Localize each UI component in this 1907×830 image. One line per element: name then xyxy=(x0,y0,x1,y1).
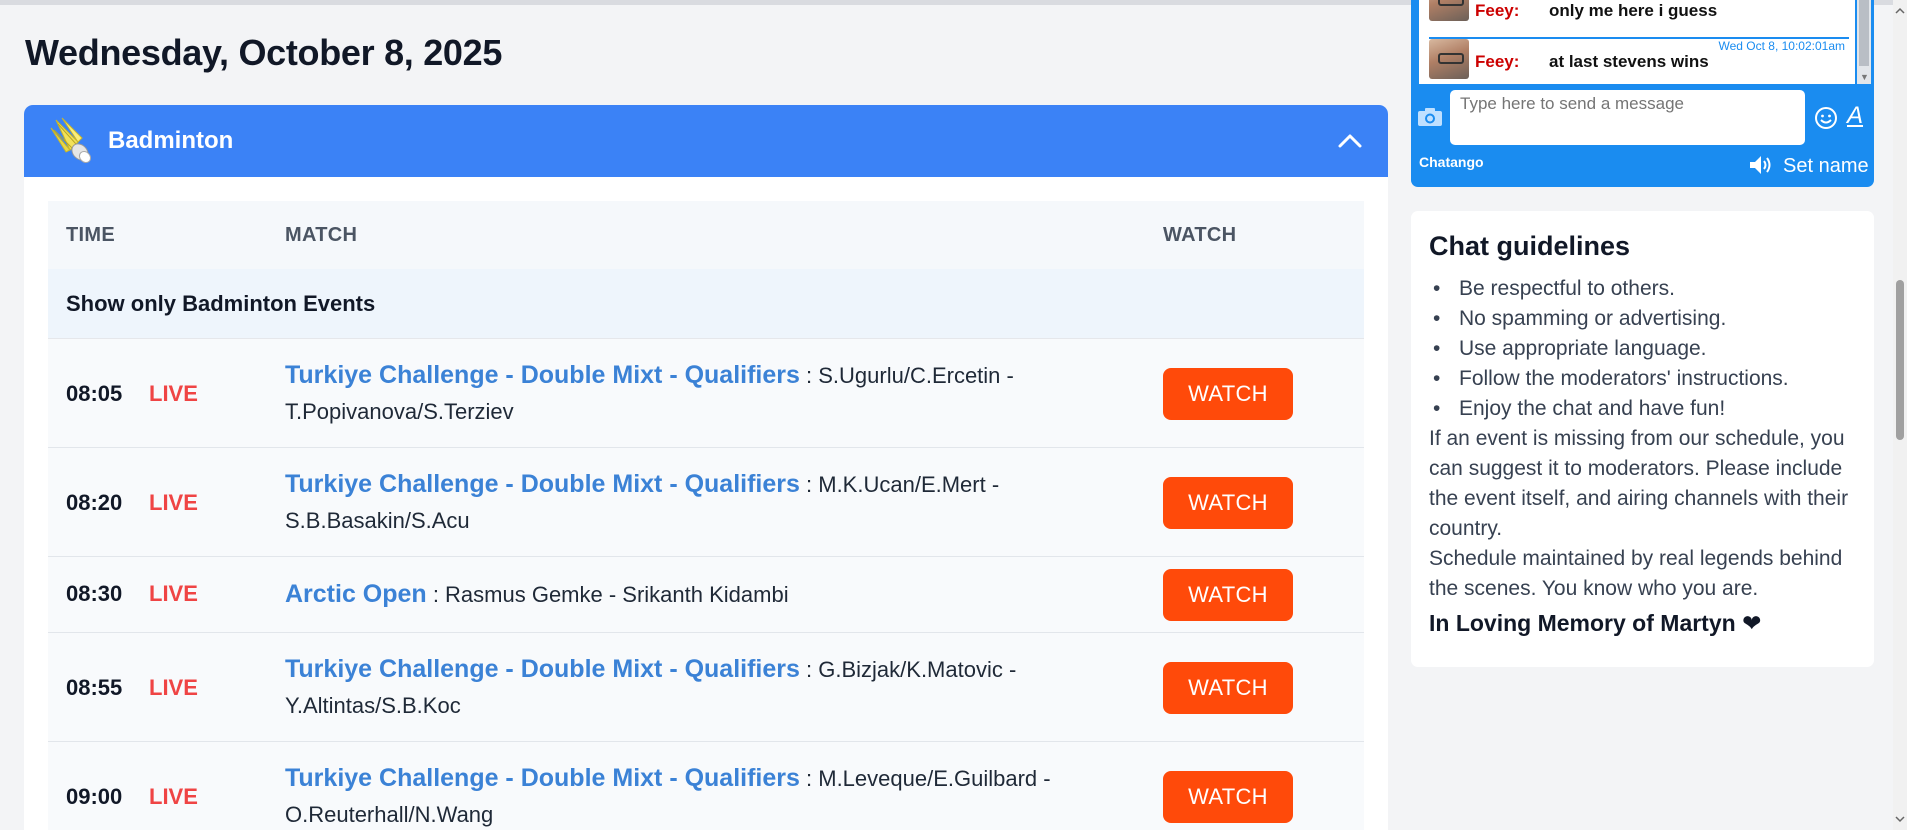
table-row: 08:30 LIVE Arctic Open : Rasmus Gemke - … xyxy=(48,557,1364,633)
chevron-up-icon[interactable] xyxy=(1895,6,1905,16)
column-header-match: MATCH xyxy=(285,223,358,246)
match-cell: Turkiye Challenge - Double Mixt - Qualif… xyxy=(285,760,1105,830)
match-cell: Turkiye Challenge - Double Mixt - Qualif… xyxy=(285,357,1105,430)
font-style-button[interactable]: A xyxy=(1847,102,1863,130)
shuttlecock-icon xyxy=(50,117,92,164)
event-time: 08:20 xyxy=(66,490,123,515)
memorial-text: In Loving Memory of Martyn ❤ xyxy=(1429,610,1762,636)
watch-button[interactable]: WATCH xyxy=(1163,368,1293,420)
event-time: 08:30 xyxy=(66,581,123,606)
live-badge: LIVE xyxy=(149,581,198,606)
user-avatar[interactable] xyxy=(1429,39,1469,79)
table-row: 09:00 LIVE Turkiye Challenge - Double Mi… xyxy=(48,742,1364,830)
guidelines-paragraph: Schedule maintained by real legends behi… xyxy=(1429,547,1843,600)
table-header: TIME MATCH WATCH xyxy=(48,201,1364,269)
event-time: 08:05 xyxy=(66,381,123,406)
sport-card-badminton: Badminton TIME MATCH WATCH Show only Bad… xyxy=(24,105,1388,830)
watch-button[interactable]: WATCH xyxy=(1163,771,1293,823)
list-item: Follow the moderators' instructions. xyxy=(1429,364,1856,394)
chevron-up-icon[interactable] xyxy=(1334,125,1366,157)
chat-guidelines-card: Chat guidelines Be respectful to others.… xyxy=(1411,211,1874,667)
chat-scrollbar[interactable]: ▼ xyxy=(1857,0,1871,84)
live-badge: LIVE xyxy=(149,784,198,809)
list-item: Be respectful to others. xyxy=(1429,274,1856,304)
speaker-icon[interactable] xyxy=(1748,153,1774,177)
event-link[interactable]: Turkiye Challenge - Double Mixt - Qualif… xyxy=(285,470,800,498)
sport-header[interactable]: Badminton xyxy=(24,105,1388,177)
watch-button[interactable]: WATCH xyxy=(1163,662,1293,714)
show-only-badminton-link[interactable]: Show only Badminton Events xyxy=(48,269,1364,339)
page-scrollbar-thumb[interactable] xyxy=(1896,280,1904,440)
match-cell: Arctic Open : Rasmus Gemke - Srikanth Ki… xyxy=(285,576,1105,613)
user-avatar[interactable] xyxy=(1429,0,1469,21)
event-link[interactable]: Turkiye Challenge - Double Mixt - Qualif… xyxy=(285,361,800,389)
live-badge: LIVE xyxy=(149,490,198,515)
table-row: 08:05 LIVE Turkiye Challenge - Double Mi… xyxy=(48,339,1364,448)
match-cell: Turkiye Challenge - Double Mixt - Qualif… xyxy=(285,466,1105,539)
chat-widget: Feey: only me here i guess Feey: at last… xyxy=(1411,0,1874,187)
chat-message-text: at last stevens wins xyxy=(1549,52,1709,71)
event-time: 09:00 xyxy=(66,784,123,809)
page-title: Wednesday, October 8, 2025 xyxy=(25,32,503,73)
chat-message: Feey: only me here i guess xyxy=(1429,0,1849,21)
column-header-time: TIME xyxy=(66,223,115,246)
page-scrollbar[interactable] xyxy=(1893,0,1907,830)
list-item: Enjoy the chat and have fun! xyxy=(1429,394,1856,424)
list-item: No spamming or advertising. xyxy=(1429,304,1856,334)
live-badge: LIVE xyxy=(149,675,198,700)
sport-name: Badminton xyxy=(108,127,234,154)
chat-message-text: only me here i guess xyxy=(1549,1,1718,20)
column-header-watch: WATCH xyxy=(1163,223,1237,246)
chat-message-input[interactable] xyxy=(1450,90,1805,145)
watch-button[interactable]: WATCH xyxy=(1163,477,1293,529)
chat-timestamp: Wed Oct 8, 10:02:01am xyxy=(1718,39,1845,53)
guidelines-title: Chat guidelines xyxy=(1429,231,1631,261)
schedule-table: TIME MATCH WATCH Show only Badminton Eve… xyxy=(48,201,1364,830)
guidelines-paragraph: If an event is missing from our schedule… xyxy=(1429,427,1849,540)
chevron-down-icon[interactable]: ▼ xyxy=(1860,72,1869,82)
set-name-button[interactable]: Set name xyxy=(1783,155,1869,178)
table-row: 08:55 LIVE Turkiye Challenge - Double Mi… xyxy=(48,633,1364,742)
chat-message: Feey: at last stevens wins Wed Oct 8, 10… xyxy=(1429,37,1849,79)
match-details: : Rasmus Gemke - Srikanth Kidambi xyxy=(426,582,789,607)
event-link[interactable]: Turkiye Challenge - Double Mixt - Qualif… xyxy=(285,764,800,792)
live-badge: LIVE xyxy=(149,381,198,406)
chatango-brand-link[interactable]: Chatango xyxy=(1419,154,1484,170)
match-cell: Turkiye Challenge - Double Mixt - Qualif… xyxy=(285,651,1105,724)
chat-scrollbar-thumb[interactable] xyxy=(1859,0,1869,66)
chat-message-list[interactable]: Feey: only me here i guess Feey: at last… xyxy=(1419,0,1855,84)
event-link[interactable]: Arctic Open xyxy=(285,580,427,608)
chat-username[interactable]: Feey: xyxy=(1475,52,1519,72)
chat-username[interactable]: Feey: xyxy=(1475,1,1519,21)
event-time: 08:55 xyxy=(66,675,123,700)
event-link[interactable]: Turkiye Challenge - Double Mixt - Qualif… xyxy=(285,655,800,683)
chevron-down-icon[interactable] xyxy=(1895,814,1905,824)
list-item: Use appropriate language. xyxy=(1429,334,1856,364)
camera-icon[interactable] xyxy=(1417,107,1443,127)
emoji-icon[interactable] xyxy=(1814,106,1838,130)
watch-button[interactable]: WATCH xyxy=(1163,569,1293,621)
guidelines-list: Be respectful to others. No spamming or … xyxy=(1429,274,1856,424)
table-row: 08:20 LIVE Turkiye Challenge - Double Mi… xyxy=(48,448,1364,557)
